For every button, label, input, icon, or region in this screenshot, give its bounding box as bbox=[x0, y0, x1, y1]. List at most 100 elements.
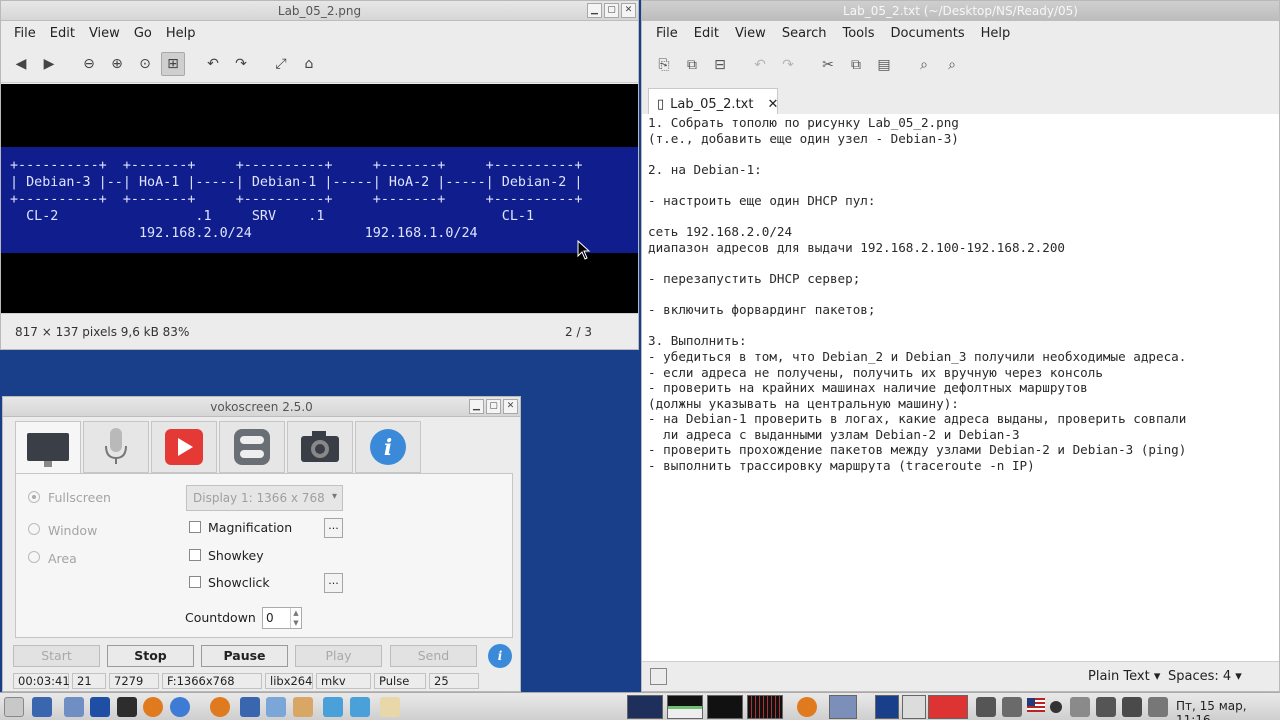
rotate-right-icon[interactable]: ↷ bbox=[229, 52, 253, 76]
window-thumbnail[interactable] bbox=[747, 695, 783, 719]
paste-icon[interactable]: ▤ bbox=[872, 53, 896, 77]
monitor-icon[interactable] bbox=[32, 697, 52, 717]
back-arrow-icon[interactable]: ◀ bbox=[9, 52, 33, 76]
send-button[interactable]: Send bbox=[390, 645, 477, 667]
menu-go[interactable]: Go bbox=[127, 26, 159, 41]
volume-icon[interactable] bbox=[1148, 697, 1168, 717]
minimize-button[interactable]: ▁ bbox=[587, 3, 602, 18]
writer-icon[interactable] bbox=[323, 697, 343, 717]
maximize-button[interactable]: ▢ bbox=[604, 3, 619, 18]
showclick-checkbox[interactable] bbox=[189, 576, 201, 588]
copy-icon[interactable]: ⧉ bbox=[844, 53, 868, 77]
close-tab-icon[interactable]: ✕ bbox=[767, 97, 778, 112]
close-button[interactable]: ✕ bbox=[621, 3, 636, 18]
open-document-icon[interactable]: ⧉ bbox=[680, 53, 704, 77]
menu-tools[interactable]: Tools bbox=[834, 26, 882, 41]
fullscreen-icon[interactable]: ⤢ bbox=[269, 52, 293, 76]
countdown-spinbox[interactable]: 0 ▲ ▼ bbox=[262, 607, 302, 629]
slideshow-icon[interactable]: ⌂ bbox=[297, 52, 321, 76]
maximize-button[interactable]: ▢ bbox=[486, 399, 501, 414]
start-button[interactable]: Start bbox=[13, 645, 100, 667]
tab-audio[interactable] bbox=[83, 421, 149, 473]
show-desktop-icon[interactable] bbox=[4, 697, 24, 717]
window-thumbnail[interactable] bbox=[707, 695, 743, 719]
chromium-icon[interactable] bbox=[170, 697, 190, 717]
showclick-settings-button[interactable]: ... bbox=[324, 573, 343, 593]
network-icon[interactable] bbox=[1070, 697, 1090, 717]
play-button[interactable]: Play bbox=[295, 645, 382, 667]
writer-icon[interactable] bbox=[350, 697, 370, 717]
record-dot-icon[interactable] bbox=[1050, 701, 1062, 713]
zoom-out-icon[interactable]: ⊖ bbox=[77, 52, 101, 76]
tab-screen[interactable] bbox=[15, 421, 81, 479]
new-document-icon[interactable]: ⎘ bbox=[652, 53, 676, 77]
menu-file[interactable]: File bbox=[7, 26, 43, 41]
folder-icon[interactable] bbox=[64, 697, 84, 717]
network-icon[interactable] bbox=[976, 697, 996, 717]
menu-help[interactable]: Help bbox=[973, 26, 1019, 41]
showkey-checkbox[interactable] bbox=[189, 549, 201, 561]
magnification-settings-button[interactable]: ... bbox=[324, 518, 343, 538]
voko-titlebar[interactable]: vokoscreen 2.5.0 ▁ ▢ ✕ bbox=[3, 397, 520, 417]
redo-icon[interactable]: ↷ bbox=[776, 53, 800, 77]
tab-about[interactable]: i bbox=[355, 421, 421, 473]
stop-button[interactable]: Stop bbox=[107, 645, 194, 667]
text-area[interactable]: 1. Собрать тополю по рисунку Lab_05_2.pn… bbox=[642, 114, 1279, 661]
keyboard-layout-icon[interactable] bbox=[1027, 698, 1045, 712]
menu-documents[interactable]: Documents bbox=[883, 26, 973, 41]
menu-view[interactable]: View bbox=[82, 26, 127, 41]
spin-arrows-icon[interactable]: ▲ ▼ bbox=[290, 608, 301, 628]
area-radio[interactable] bbox=[28, 551, 40, 563]
menu-help[interactable]: Help bbox=[159, 26, 203, 41]
notes-icon[interactable] bbox=[380, 697, 400, 717]
search-icon[interactable]: ⌕ bbox=[912, 53, 936, 77]
zoom-in-icon[interactable]: ⊕ bbox=[105, 52, 129, 76]
close-button[interactable]: ✕ bbox=[503, 399, 518, 414]
microphone-icon[interactable] bbox=[1096, 697, 1116, 717]
recording-indicator-icon[interactable] bbox=[928, 695, 968, 719]
window-thumbnail[interactable] bbox=[875, 695, 899, 719]
save-document-icon[interactable]: ⊟ bbox=[708, 53, 732, 77]
rotate-left-icon[interactable]: ↶ bbox=[201, 52, 225, 76]
undo-icon[interactable]: ↶ bbox=[748, 53, 772, 77]
calculator-icon[interactable] bbox=[90, 697, 110, 717]
forward-arrow-icon[interactable]: ▶ bbox=[37, 52, 61, 76]
zoom-fit-icon[interactable]: ⊙ bbox=[133, 52, 157, 76]
fullscreen-radio[interactable] bbox=[28, 491, 40, 503]
menu-search[interactable]: Search bbox=[774, 26, 835, 41]
tab-settings[interactable] bbox=[219, 421, 285, 473]
firefox-icon[interactable] bbox=[210, 697, 230, 717]
search-replace-icon[interactable]: ⌕ bbox=[940, 53, 964, 77]
syntax-mode-dropdown[interactable]: Plain Text ▾ bbox=[1088, 669, 1160, 684]
menu-file[interactable]: File bbox=[648, 26, 686, 41]
window-thumbnail[interactable] bbox=[829, 695, 857, 719]
viewer-titlebar[interactable]: Lab_05_2.png ▁ ▢ ✕ bbox=[1, 1, 638, 21]
firefox-icon[interactable] bbox=[797, 697, 817, 717]
menu-view[interactable]: View bbox=[727, 26, 774, 41]
tab-player[interactable] bbox=[151, 421, 217, 473]
window-radio[interactable] bbox=[28, 523, 40, 535]
info-button[interactable]: i bbox=[488, 644, 512, 668]
clock[interactable]: Пт, 15 мар, 11:16 bbox=[1176, 699, 1280, 720]
editor-titlebar[interactable]: Lab_05_2.txt (~/Desktop/NS/Ready/05) bbox=[642, 1, 1279, 21]
network-tool-icon[interactable] bbox=[266, 697, 286, 717]
tab-webcam[interactable] bbox=[287, 421, 353, 473]
window-thumbnail[interactable] bbox=[902, 695, 926, 719]
update-icon[interactable] bbox=[1002, 697, 1022, 717]
window-thumbnail[interactable] bbox=[627, 695, 663, 719]
magnification-checkbox[interactable] bbox=[189, 521, 201, 533]
terminal-icon[interactable] bbox=[117, 697, 137, 717]
firefox-icon[interactable] bbox=[143, 697, 163, 717]
menu-edit[interactable]: Edit bbox=[686, 26, 727, 41]
minimize-button[interactable]: ▁ bbox=[469, 399, 484, 414]
side-panel-toggle-icon[interactable] bbox=[650, 668, 667, 685]
best-fit-icon[interactable]: ⊞ bbox=[161, 51, 185, 76]
shield-icon[interactable] bbox=[1122, 697, 1142, 717]
display-select[interactable]: Display 1: 1366 x 768 ▾ bbox=[186, 485, 343, 511]
cut-icon[interactable]: ✂ bbox=[816, 53, 840, 77]
window-thumbnail[interactable] bbox=[667, 695, 703, 719]
tab-width-dropdown[interactable]: Spaces: 4 ▾ bbox=[1168, 669, 1242, 684]
pause-button[interactable]: Pause bbox=[201, 645, 288, 667]
eye-icon[interactable] bbox=[293, 697, 313, 717]
monitor-icon[interactable] bbox=[240, 697, 260, 717]
